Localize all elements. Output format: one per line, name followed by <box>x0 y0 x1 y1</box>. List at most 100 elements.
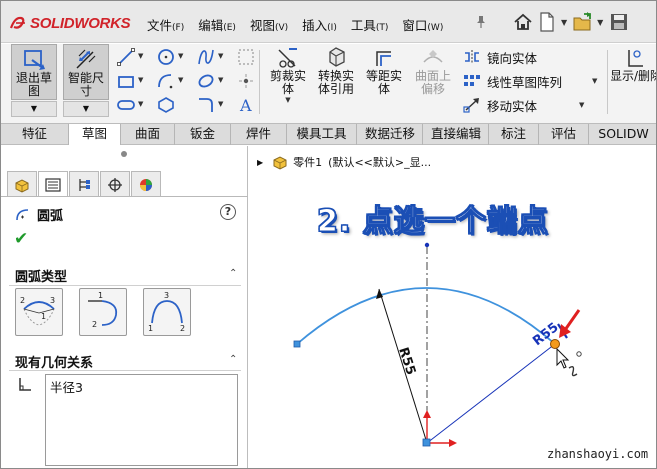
spline-dropdown-icon[interactable]: ▼ <box>218 52 223 60</box>
new-document-icon[interactable] <box>535 11 559 33</box>
fillet-tool-icon[interactable] <box>197 96 215 114</box>
tab-evaluate[interactable]: 评估 <box>539 124 589 145</box>
move-label: 移动实体 <box>487 98 538 114</box>
construction-geometry-icon[interactable] <box>237 48 255 66</box>
point-tool-icon[interactable] <box>237 72 255 90</box>
tab-sheet-metal[interactable]: 钣金 <box>175 124 231 145</box>
sketch-arc[interactable] <box>296 287 556 345</box>
arc-center-point[interactable] <box>422 438 431 447</box>
display-manager-tab[interactable] <box>131 171 161 197</box>
fillet-dropdown-icon[interactable]: ▼ <box>218 100 223 108</box>
pointer-arrow-shaft <box>563 309 581 331</box>
exit-sketch-label: 退出草图 <box>15 71 52 98</box>
origin-x-arrow <box>449 439 457 447</box>
property-manager-tab[interactable] <box>38 171 68 197</box>
tab-mold-tools[interactable]: 模具工具 <box>287 124 357 145</box>
smart-dimension-icon <box>71 48 101 72</box>
existing-relations-collapse-icon[interactable]: ⌃ <box>229 354 237 365</box>
mouse-cursor-icon <box>556 347 570 369</box>
selected-endpoint[interactable] <box>550 339 560 349</box>
mirror-entities-button[interactable]: 镜向实体 <box>463 47 537 67</box>
help-icon[interactable]: ? <box>220 204 236 220</box>
existing-relations-list[interactable]: 半径3 <box>45 374 238 466</box>
arc-start-endpoint[interactable] <box>293 340 301 348</box>
trim-icon <box>275 46 301 70</box>
tab-solidworks-addins[interactable]: SOLIDW <box>589 124 656 145</box>
panel-collapse-handle[interactable] <box>121 151 127 157</box>
open-document-icon[interactable] <box>571 11 595 33</box>
arc-feature-icon <box>15 207 31 223</box>
polygon-tool-icon[interactable] <box>157 96 175 114</box>
pin-icon[interactable] <box>475 15 487 29</box>
tab-weldments[interactable]: 焊件 <box>231 124 287 145</box>
origin-y-arrow <box>423 410 431 418</box>
open-dropdown-icon[interactable]: ▼ <box>597 18 603 27</box>
dimxpert-manager-tab[interactable] <box>100 171 130 197</box>
text-tool-icon[interactable]: A <box>237 96 255 115</box>
centerline-endpoint[interactable] <box>424 242 430 248</box>
ribbon-separator <box>607 50 608 114</box>
offset-entities-button[interactable]: 等距实体 <box>361 46 407 96</box>
line-dropdown-icon[interactable]: ▼ <box>138 52 143 60</box>
sketch-drawing[interactable]: R55 R55 <box>249 146 657 469</box>
tangent-arc-button[interactable]: 12 <box>79 288 127 336</box>
convert-entities-button[interactable]: 转换实体引用 <box>313 46 359 96</box>
center-point-arc-button[interactable]: 2 31 <box>15 288 63 336</box>
menu-edit[interactable]: 编辑(E) <box>198 15 236 34</box>
arc-dropdown-icon[interactable]: ▼ <box>178 76 183 84</box>
display-delete-relations-button[interactable]: 显示/删除几何关 <box>611 46 656 83</box>
rectangle-tool-icon[interactable] <box>117 72 135 90</box>
smart-dimension-button[interactable]: 智能尺寸 <box>63 44 109 100</box>
ellipse-dropdown-icon[interactable]: ▼ <box>218 76 223 84</box>
tab-surfaces[interactable]: 曲面 <box>121 124 175 145</box>
relations-icon <box>621 46 647 70</box>
new-dropdown-icon[interactable]: ▼ <box>561 18 567 27</box>
tab-direct-editing[interactable]: 直接编辑 <box>423 124 489 145</box>
menu-insert[interactable]: 插入(I) <box>302 15 337 34</box>
tab-data-migration[interactable]: 数据迁移 <box>357 124 423 145</box>
menu-tools[interactable]: 工具(T) <box>351 15 389 34</box>
existing-relations-section-header[interactable]: 现有几何关系 <box>15 352 93 371</box>
save-icon[interactable] <box>607 11 631 33</box>
relation-item[interactable]: 半径3 <box>50 377 233 396</box>
linear-pattern-button[interactable]: 线性草图阵列 ▼ <box>463 71 597 91</box>
rectangle-dropdown-icon[interactable]: ▼ <box>138 76 143 84</box>
arc-type-collapse-icon[interactable]: ⌃ <box>229 268 237 279</box>
home-icon[interactable] <box>511 11 535 33</box>
cursor-arc-indicator-icon <box>568 365 578 377</box>
ellipse-tool-icon[interactable] <box>197 72 215 90</box>
ds-logo-icon <box>9 15 27 31</box>
configuration-manager-tab[interactable] <box>69 171 99 197</box>
feature-manager-tab[interactable] <box>7 171 37 197</box>
convert-entities-label: 转换实体引用 <box>317 69 354 96</box>
menu-window[interactable]: 窗口(W) <box>402 15 443 34</box>
ok-checkmark-icon[interactable]: ✔ <box>14 229 28 249</box>
circle-dropdown-icon[interactable]: ▼ <box>178 52 183 60</box>
exit-sketch-dropdown[interactable]: ▼ <box>11 101 57 117</box>
graphics-area[interactable]: ▶ 零件1 (默认<<默认>_显... 2. 点选一个端点 R55 R55 <box>249 146 657 469</box>
radius-dimension-left[interactable]: R55 <box>395 346 418 377</box>
move-entities-button[interactable]: 移动实体 ▼ <box>463 95 584 115</box>
tab-markup[interactable]: 标注 <box>489 124 539 145</box>
circle-tool-icon[interactable] <box>157 48 175 66</box>
menu-view[interactable]: 视图(V) <box>250 15 288 34</box>
spline-tool-icon[interactable] <box>197 48 215 66</box>
slot-tool-icon[interactable] <box>117 96 135 114</box>
arc-type-section-header[interactable]: 圆弧类型 <box>15 266 67 285</box>
tab-sketch[interactable]: 草图 <box>69 124 121 145</box>
trim-entities-button[interactable]: 剪裁实体 ▼ <box>265 46 311 104</box>
three-point-arc-button[interactable]: 3 1 2 <box>143 288 191 336</box>
panel-tabs-divider <box>1 196 248 197</box>
tab-features[interactable]: 特征 <box>1 124 69 145</box>
menu-file[interactable]: 文件(F) <box>147 15 184 34</box>
arc-tool-icon[interactable] <box>157 72 175 90</box>
line-tool-icon[interactable] <box>117 48 135 66</box>
relation-perpendicular-icon <box>17 376 33 392</box>
exit-sketch-button[interactable]: 退出草图 <box>11 44 57 100</box>
solidworks-logo[interactable]: SOLIDWORKS <box>9 13 131 33</box>
offset-on-surface-button[interactable]: 曲面上偏移 <box>409 46 457 96</box>
slot-dropdown-icon[interactable]: ▼ <box>138 100 143 108</box>
smart-dimension-dropdown[interactable]: ▼ <box>63 101 109 117</box>
property-manager-panel: 圆弧 ? ✔ 圆弧类型 ⌃ 231 12 312 现有几何关系 ⌃ 半径3 <box>1 146 248 468</box>
three-point-arc-icon: 3 1 2 <box>148 291 185 333</box>
